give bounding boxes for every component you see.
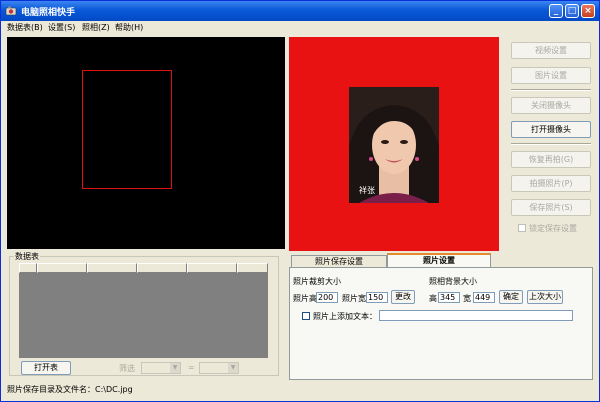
grid-column-header[interactable] [87,263,137,273]
filter-label: 筛选 [119,364,135,373]
photo-preview: 祥张 [289,37,499,251]
restore-shoot-button[interactable]: 恢复再拍(G) [511,151,591,168]
data-grid[interactable] [19,263,268,358]
filter-value-select[interactable]: ▼ [199,362,239,374]
filter-field-select[interactable]: ▼ [141,362,181,374]
lock-save-checkbox[interactable] [518,224,526,232]
lock-save-label: 锁定保存设置 [529,224,577,233]
minimize-button[interactable]: _ [549,4,563,18]
image-settings-button[interactable]: 图片设置 [511,67,591,84]
open-camera-button[interactable]: 打开摄像头 [511,121,591,138]
close-button[interactable]: × [581,4,595,18]
save-photo-button[interactable]: 保存照片(S) [511,199,591,216]
app-window: 电脑照相快手 _ □ × 数据表(B) 设置(S) 照相(Z) 帮助(H) 祥张… [0,0,600,402]
status-text: 照片保存目录及文件名：C:\DC.jpg [7,385,133,394]
last-size-button[interactable]: 上次大小 [527,290,563,304]
separator [511,89,591,91]
menu-datatable[interactable]: 数据表(B) [7,22,43,33]
grid-column-header[interactable] [187,263,237,273]
bg-height-label: 高 [429,294,437,303]
close-camera-button[interactable]: 关闭摄像头 [511,97,591,114]
add-text-label: 照片上添加文本： [313,312,377,321]
title-bar[interactable]: 电脑照相快手 _ □ × [1,1,599,21]
photo-height-input[interactable]: 200 [316,292,338,303]
grid-column-header[interactable] [237,263,268,273]
menu-photo[interactable]: 照相(Z) [82,22,110,33]
change-button[interactable]: 更改 [391,290,415,304]
background-size-label: 照相背景大小 [429,277,477,286]
take-photo-button[interactable]: 拍摄照片(P) [511,175,591,192]
photo-height-label: 照片高 [293,294,317,303]
open-table-button[interactable]: 打开表 [21,361,71,375]
crop-size-label: 照片裁剪大小 [293,277,341,286]
tab-photo-settings[interactable]: 照片设置 [387,253,491,268]
video-settings-button[interactable]: 视频设置 [511,42,591,59]
photo-caption: 祥张 [359,186,375,195]
add-text-checkbox[interactable] [302,312,310,320]
grid-column-header[interactable] [37,263,87,273]
equals-label: = [188,363,195,372]
bg-height-input[interactable]: 345 [438,292,460,303]
chevron-down-icon: ▼ [228,363,238,373]
separator [511,143,591,145]
captured-photo: 祥张 [349,87,439,203]
add-text-input[interactable] [379,310,573,321]
photo-width-input[interactable]: 150 [366,292,388,303]
grid-column-header[interactable] [137,263,187,273]
grid-column-header[interactable] [19,263,37,273]
crop-frame[interactable] [82,70,172,189]
menu-settings[interactable]: 设置(S) [48,22,75,33]
status-bar: 照片保存目录及文件名：C:\DC.jpg [1,381,599,401]
confirm-button[interactable]: 确定 [499,290,523,304]
menu-help[interactable]: 帮助(H) [115,22,143,33]
menu-bar: 数据表(B) 设置(S) 照相(Z) 帮助(H) [1,21,599,35]
camera-icon [5,6,17,16]
bg-width-input[interactable]: 449 [473,292,495,303]
bg-width-label: 宽 [463,294,471,303]
camera-preview[interactable] [7,37,285,249]
chevron-down-icon: ▼ [170,363,180,373]
photo-width-label: 照片宽 [342,294,366,303]
maximize-button[interactable]: □ [565,4,579,18]
datatable-title: 数据表 [14,251,40,262]
window-title: 电脑照相快手 [21,8,76,18]
